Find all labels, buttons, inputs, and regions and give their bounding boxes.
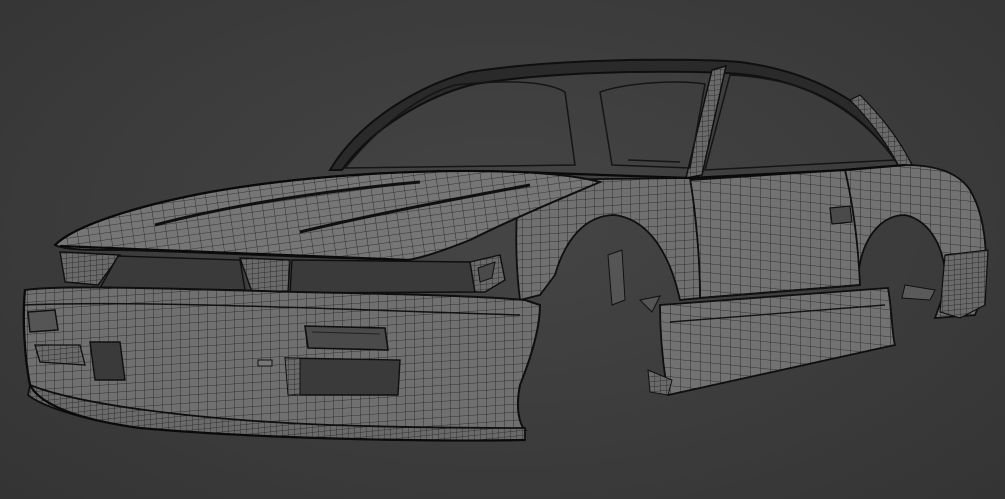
- 3d-viewport[interactable]: [0, 0, 1005, 499]
- front-bumper: [22, 286, 542, 442]
- roof-frame: [328, 58, 914, 179]
- car-wireframe-model: [22, 58, 989, 442]
- door-panel: [688, 169, 861, 299]
- side-skirt: [647, 287, 897, 397]
